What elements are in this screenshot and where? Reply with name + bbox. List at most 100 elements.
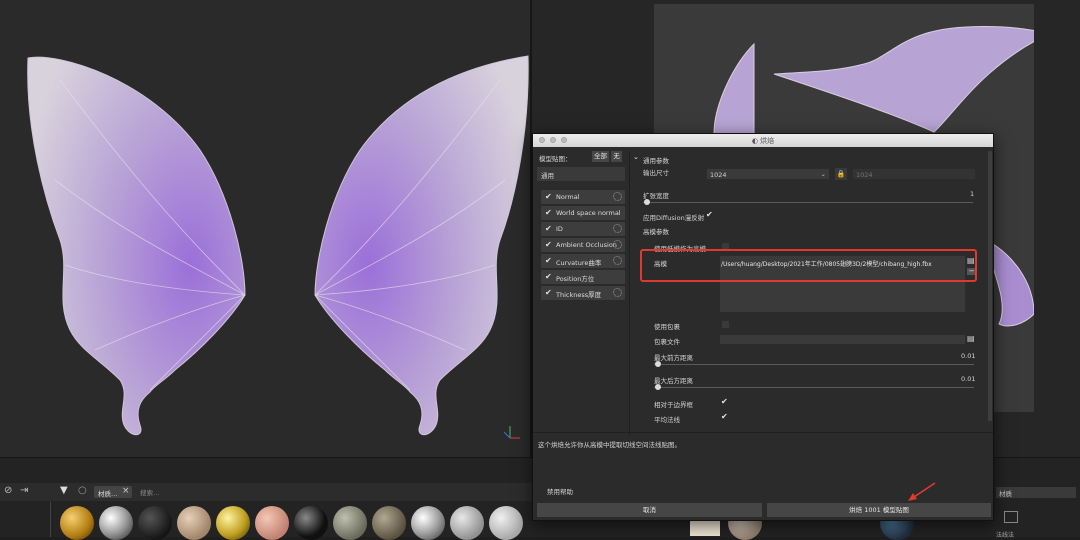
check-icon[interactable]: ✔ [545,289,553,297]
average-normals-checkbox[interactable]: ✔ [721,412,728,421]
map-item-label: Thickness厚度 [556,291,602,299]
gear-icon[interactable] [613,256,622,265]
gear-icon[interactable] [613,288,622,297]
cancel-button[interactable]: 取消 [537,503,762,517]
map-item-curvature[interactable]: ✔ Curvature曲率 [541,254,625,268]
check-icon[interactable]: ✔ [545,241,553,249]
check-icon[interactable]: ✔ [545,257,553,265]
dilation-slider-handle[interactable] [644,199,650,205]
max-rear-value: 0.01 [961,375,976,383]
relative-bbox-label: 相对于边界框 [654,401,693,409]
description-divider [533,432,993,433]
description-text: 这个烘焙允许你从高模中提取切线空间法线贴图。 [538,441,681,449]
filter-tag-label: 材质… [98,490,118,498]
material-plaster[interactable] [450,506,484,540]
output-size-select[interactable]: 1024 ⌄ [706,168,830,180]
use-cage-label: 使用包裹 [654,323,680,331]
select-all-button[interactable]: 全部 [592,151,609,162]
select-none-button[interactable]: 无 [611,151,622,162]
hide-icon[interactable]: ⊘ [4,485,12,496]
material-brass[interactable] [216,506,250,540]
highlight-box [640,249,977,282]
check-icon[interactable]: ✔ [545,193,553,201]
lock-icon[interactable]: 🔒 [835,168,847,180]
max-front-slider-handle[interactable] [655,361,661,367]
material-stone[interactable] [333,506,367,540]
properties-field-label: 材质 [999,490,1012,498]
max-front-slider[interactable] [654,364,974,365]
check-icon[interactable]: ✔ [545,273,553,281]
max-rear-label: 最大后方距离 [654,377,693,385]
apply-diffusion-label: 应用Diffusion漫反射 [643,214,705,222]
parameters-panel: ⌄ 通用参数 输出尺寸 1024 ⌄ 🔒 1024 扩张宽度 1 应用Diffu… [630,148,987,438]
material-white[interactable] [489,506,523,540]
material-black[interactable] [138,506,172,540]
output-size-locked-value: 1024 [856,171,873,179]
max-front-value: 0.01 [961,352,976,360]
dialog-titlebar: ◐ 烘焙 [533,134,993,147]
gear-icon[interactable] [613,240,622,249]
properties-label: 法线法 [996,532,1015,539]
map-item-ambient-occlusion[interactable]: ✔ Ambient Occlusion [541,238,625,252]
material-chrome[interactable] [99,506,133,540]
max-rear-slider[interactable] [654,387,974,388]
map-item-label: ID [556,225,563,233]
shelf-toolbar: ⊘ ⇥ ▼ ○ 材质… × 搜索… [0,483,540,501]
output-size-value: 1024 [710,171,727,179]
common-section[interactable]: 通用 [537,167,625,181]
dilation-value: 1 [970,190,975,198]
filter-icon[interactable]: ▼ [60,485,68,496]
map-item-label: Normal [556,193,580,201]
map-item-label: Position方位 [556,275,595,283]
map-item-world-space-normal[interactable]: ✔ World space normal [541,206,625,220]
filter-tag[interactable]: 材质… × [94,486,132,498]
axis-gizmo [503,426,520,439]
gear-icon[interactable] [613,224,622,233]
max-rear-slider-handle[interactable] [655,384,661,390]
map-item-normal[interactable]: ✔ Normal [541,190,625,204]
shelf-divider [50,502,51,537]
map-item-label: Curvature曲率 [556,259,602,267]
material-gold[interactable] [60,506,94,540]
check-icon[interactable]: ✔ [545,209,553,217]
viewport-3d[interactable] [0,0,530,457]
import-icon[interactable]: ⇥ [20,485,28,496]
annotation-arrow [908,482,936,501]
bake-icon: ◐ [751,137,761,145]
bake-dialog: ◐ 烘焙 模型贴图： 全部 无 通用 ✔ Normal ✔ World spac… [532,133,994,521]
properties-field[interactable]: 材质 [996,487,1076,498]
cage-file-label: 包裹文件 [654,338,680,346]
use-cage-checkbox[interactable] [722,321,729,328]
common-params-title: 通用参数 [643,157,669,165]
chevron-down-icon[interactable]: ⌄ [633,153,639,161]
max-front-label: 最大前方距离 [654,354,693,362]
gear-icon[interactable] [613,192,622,201]
close-icon[interactable]: × [122,486,130,496]
wings-render [27,55,529,439]
cage-file-field[interactable] [719,334,966,345]
disable-help-link[interactable]: 禁用帮助 [547,486,573,496]
texture-icon[interactable] [1004,511,1018,523]
bake-button[interactable]: 烘焙 1001 模型贴图 [767,503,991,517]
scrollbar[interactable] [988,151,992,421]
circle-icon[interactable]: ○ [78,485,87,496]
material-skin-pink[interactable] [255,506,289,540]
material-dark-gloss[interactable] [294,506,328,540]
apply-diffusion-checkbox[interactable]: ✔ [706,210,713,219]
map-item-label: Ambient Occlusion [556,241,617,249]
material-silver[interactable] [411,506,445,540]
output-size-label: 输出尺寸 [643,169,669,177]
check-icon[interactable]: ✔ [545,225,553,233]
map-item-thickness[interactable]: ✔ Thickness厚度 [541,286,625,300]
map-item-id[interactable]: ✔ ID [541,222,625,236]
dialog-title: ◐ 烘焙 [533,136,993,146]
search-input[interactable]: 搜索… [140,487,160,497]
material-skin-light[interactable] [177,506,211,540]
common-label: 通用 [541,172,554,180]
chevron-down-icon: ⌄ [820,170,826,178]
file-icon[interactable]: ▤ [967,334,976,344]
material-concrete[interactable] [372,506,406,540]
dilation-slider[interactable] [643,202,973,203]
relative-bbox-checkbox[interactable]: ✔ [721,397,728,406]
map-item-position[interactable]: ✔ Position方位 [541,270,625,284]
